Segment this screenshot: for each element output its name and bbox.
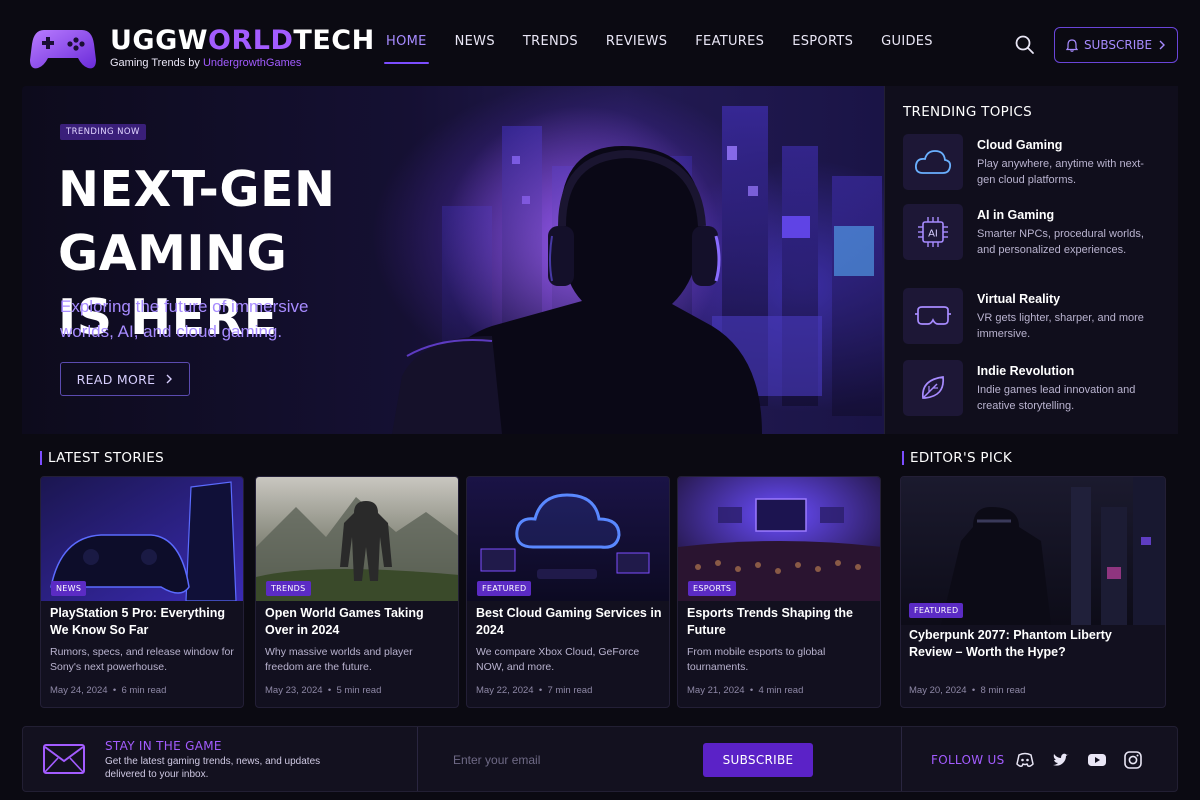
- story-meta: May 23, 2024 • 5 min read: [265, 685, 382, 696]
- editors-pick-title: EDITOR'S PICK: [910, 450, 1013, 466]
- story-desc: From mobile esports to global tournament…: [687, 646, 826, 673]
- chevron-right-icon: [1159, 40, 1166, 50]
- topic-cloud-gaming[interactable]: Cloud Gaming Play anywhere, anytime with…: [903, 134, 1173, 196]
- editors-pick-card[interactable]: FEATURED Cyberpunk 2077: Phantom Liberty…: [900, 476, 1166, 708]
- newsletter-subscribe-button[interactable]: SUBSCRIBE: [703, 743, 813, 777]
- story-title: PlayStation 5 Pro: Everything We Know So…: [50, 606, 226, 637]
- editors-pick-heading: EDITOR'S PICK: [902, 450, 1012, 466]
- topic-title: Cloud Gaming: [977, 138, 1063, 152]
- story-card[interactable]: TRENDS Open World Games Taking Over in 2…: [255, 476, 459, 708]
- read-more-label: READ MORE: [76, 371, 156, 387]
- nav-home[interactable]: HOME: [372, 34, 441, 64]
- latest-stories-heading: LATEST STORIES: [40, 450, 164, 466]
- nav-news[interactable]: NEWS: [441, 34, 509, 49]
- email-field[interactable]: [453, 745, 693, 775]
- topic-title: Virtual Reality: [977, 292, 1061, 306]
- topic-indie-revolution[interactable]: Indie Revolution Indie games lead innova…: [903, 360, 1173, 422]
- brand-tagline: Gaming Trends by UndergrowthGames: [110, 56, 302, 69]
- topic-desc: VR gets lighter, sharper, and more immer…: [977, 312, 1144, 340]
- editors-pick-title-text: Cyberpunk 2077: Phantom Liberty Review –…: [909, 628, 1112, 659]
- topic-desc: Play anywhere, anytime with next-gen clo…: [977, 158, 1144, 186]
- bell-icon: [1065, 38, 1078, 52]
- nav-reviews[interactable]: REVIEWS: [592, 34, 681, 49]
- instagram-icon[interactable]: [1123, 750, 1143, 770]
- category-badge: NEWS: [51, 581, 87, 596]
- search-icon: [1015, 35, 1034, 54]
- newsletter-title: STAY IN THE GAME: [105, 739, 222, 753]
- story-card[interactable]: NEWS PlayStation 5 Pro: Everything We Kn…: [40, 476, 244, 708]
- story-meta: May 20, 2024 • 8 min read: [909, 685, 1026, 696]
- nav-esports[interactable]: ESPORTS: [778, 34, 867, 49]
- discord-icon[interactable]: [1015, 750, 1035, 770]
- logo-link[interactable]: UGGWORLDTECH Gaming Trends by Undergrowt…: [30, 22, 375, 72]
- divider: [901, 727, 902, 791]
- topic-desc: Smarter NPCs, procedural worlds, and per…: [977, 228, 1144, 256]
- read-more-button[interactable]: READ MORE: [60, 362, 190, 396]
- story-title: Best Cloud Gaming Services in 2024: [476, 606, 662, 637]
- story-card[interactable]: FEATURED Best Cloud Gaming Services in 2…: [466, 476, 670, 708]
- category-badge: ESPORTS: [688, 581, 737, 596]
- leaf-icon: [903, 360, 963, 416]
- story-meta: May 21, 2024 • 4 min read: [687, 685, 804, 696]
- main-nav: HOME NEWS TRENDS REVIEWS FEATURES ESPORT…: [372, 34, 947, 64]
- newsletter-bar: STAY IN THE GAME Get the latest gaming t…: [22, 726, 1178, 792]
- heading-accent-bar: [40, 451, 42, 465]
- mail-icon: [43, 744, 85, 774]
- svg-text:AI: AI: [928, 229, 938, 240]
- hero-subtitle: Exploring the future of immersive worlds…: [60, 297, 309, 341]
- nav-trends[interactable]: TRENDS: [509, 34, 592, 49]
- trending-title: TRENDING TOPICS: [903, 104, 1032, 120]
- divider: [417, 727, 418, 791]
- header-subscribe-button[interactable]: SUBSCRIBE: [1054, 27, 1178, 63]
- story-desc: Rumors, specs, and release window for So…: [50, 646, 234, 673]
- site-header: UGGWORLDTECH Gaming Trends by Undergrowt…: [0, 0, 1200, 86]
- hero-badge: TRENDING NOW: [60, 124, 146, 140]
- topic-desc: Indie games lead innovation and creative…: [977, 384, 1136, 412]
- gamepad-logo-icon: [30, 30, 96, 69]
- header-subscribe-label: SUBSCRIBE: [1083, 38, 1153, 52]
- newsletter-desc: Get the latest gaming trends, news, and …: [105, 756, 321, 780]
- story-meta: May 22, 2024 • 7 min read: [476, 685, 593, 696]
- vr-headset-icon: [903, 288, 963, 344]
- hero-banner[interactable]: TRENDING NOW NEXT-GEN GAMING IS HERE Expl…: [22, 86, 884, 434]
- topic-virtual-reality[interactable]: Virtual Reality VR gets lighter, sharper…: [903, 288, 1173, 350]
- nav-guides[interactable]: GUIDES: [867, 34, 947, 49]
- story-desc: Why massive worlds and player freedom ar…: [265, 646, 413, 673]
- topic-ai-in-gaming[interactable]: AI AI in Gaming Smarter NPCs, procedural…: [903, 204, 1173, 266]
- story-title: Esports Trends Shaping the Future: [687, 606, 853, 637]
- topic-title: Indie Revolution: [977, 364, 1075, 378]
- story-desc: We compare Xbox Cloud, GeForce NOW, and …: [476, 646, 640, 673]
- youtube-icon[interactable]: [1087, 750, 1107, 770]
- story-meta: May 24, 2024 • 6 min read: [50, 685, 167, 696]
- latest-stories-title: LATEST STORIES: [48, 450, 165, 466]
- twitter-icon[interactable]: [1051, 750, 1071, 770]
- heading-accent-bar: [902, 451, 904, 465]
- trending-topics-panel: TRENDING TOPICS Cloud Gaming Play anywhe…: [884, 86, 1178, 434]
- ai-chip-icon: AI: [903, 204, 963, 260]
- topic-title: AI in Gaming: [977, 208, 1055, 222]
- chevron-right-icon: [166, 374, 173, 384]
- brand-name: UGGWORLDTECH: [110, 24, 375, 56]
- category-badge: TRENDS: [266, 581, 311, 596]
- story-title: Open World Games Taking Over in 2024: [265, 606, 424, 637]
- search-button[interactable]: [1014, 34, 1036, 56]
- story-card[interactable]: ESPORTS Esports Trends Shaping the Futur…: [677, 476, 881, 708]
- nav-features[interactable]: FEATURES: [681, 34, 778, 49]
- category-badge: FEATURED: [909, 603, 964, 618]
- follow-us-label: FOLLOW US: [931, 753, 1005, 767]
- cloud-icon: [903, 134, 963, 190]
- category-badge: FEATURED: [477, 581, 532, 596]
